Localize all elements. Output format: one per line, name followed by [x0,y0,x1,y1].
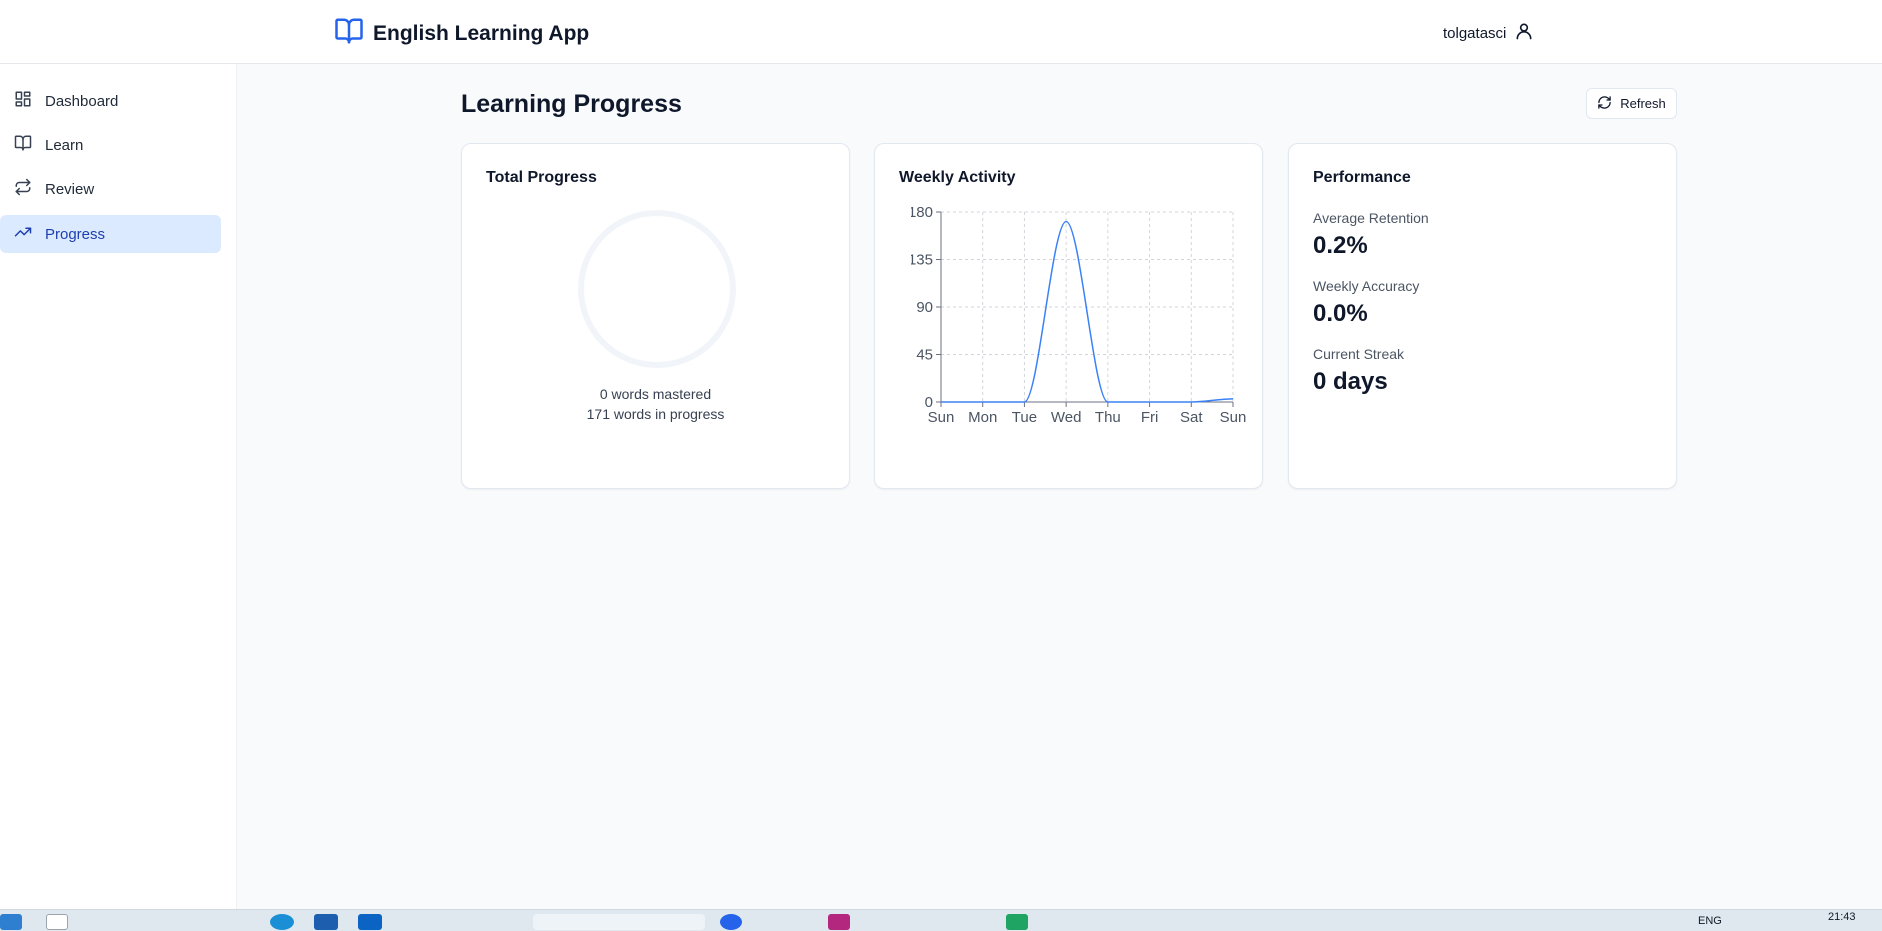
file-explorer-icon[interactable] [46,914,68,930]
input-language[interactable]: ENG [1698,915,1722,927]
sidebar-item-dashboard[interactable]: Dashboard [0,82,221,120]
y-tick-label: 90 [916,299,933,316]
brand[interactable]: English Learning App [333,16,589,51]
notification-app-icon[interactable] [720,914,742,930]
edge-icon[interactable] [270,914,294,930]
series-line [940,220,1234,403]
sidebar-item-label: Dashboard [45,92,119,110]
sidebar-item-label: Progress [45,225,106,243]
page-title: Learning Progress [461,90,682,118]
y-tick-label: 45 [916,347,933,364]
y-tick-label: 135 [911,252,933,269]
average-retention-label: Average Retention [1313,210,1429,226]
sidebar-item-progress[interactable]: Progress [0,215,221,253]
x-tick-label: Sun [928,409,955,426]
progress-ring [578,210,736,368]
username: tolgatasci [1443,24,1507,42]
app-header: English Learning App tolgatasci [0,0,1882,64]
refresh-button[interactable]: Refresh [1586,88,1677,119]
outlook-icon[interactable] [358,914,382,930]
card-title: Performance [1313,169,1411,186]
start-icon[interactable] [0,914,22,930]
user-menu[interactable]: tolgatasci [1443,20,1534,46]
book-icon [14,134,32,156]
user-icon [1514,20,1534,46]
weekly-accuracy-label: Weekly Accuracy [1313,278,1420,294]
sidebar-item-label: Learn [45,136,84,154]
x-tick-label: Wed [1051,409,1082,426]
weekly-activity-card: Weekly Activity 0 45 90 135 180 Sun Mon Tue Wed T… [874,143,1263,489]
current-streak-label: Current Streak [1313,346,1405,362]
progress-ring-track [578,210,736,368]
sidebar-item-review[interactable]: Review [0,170,221,208]
refresh-label: Refresh [1620,96,1666,111]
current-streak-value: 0 days [1313,368,1388,395]
os-taskbar: ENG 21:43 [0,909,1882,931]
system-clock[interactable]: 21:43 [1828,911,1856,923]
x-tick-label: Mon [968,409,997,426]
trending-up-icon [14,223,32,245]
ide-icon-2[interactable] [1006,914,1028,930]
card-title: Weekly Activity [899,169,1016,186]
weekly-activity-chart: 04590135180Sun Mon Tue Wed Thu Fri Sat Sun [911,204,1247,426]
x-tick-label: Sun [1220,409,1247,426]
active-window-button[interactable] [533,914,705,930]
average-retention-value: 0.2% [1313,232,1368,259]
card-title: Total Progress [486,169,597,186]
app-title: English Learning App [373,21,590,45]
refresh-icon [1597,95,1612,113]
words-mastered: 0 words mastered [599,386,712,402]
x-tick-label: Fri [1141,409,1159,426]
store-icon[interactable] [314,914,338,930]
sidebar-item-label: Review [45,180,95,198]
x-tick-label: Tue [1012,409,1037,426]
weekly-accuracy-value: 0.0% [1313,300,1368,327]
grid-icon [14,90,32,112]
x-tick-label: Thu [1095,409,1121,426]
book-logo-icon [333,16,365,51]
x-tick-label: Sat [1180,409,1203,426]
repeat-icon [14,178,32,200]
y-tick-label: 180 [911,204,933,221]
performance-card: Performance Average Retention 0.2% Weekl… [1288,143,1677,489]
words-in-progress: 171 words in progress [586,406,725,422]
sidebar-item-learn[interactable]: Learn [0,126,221,164]
ide-icon[interactable] [828,914,850,930]
sidebar: Dashboard Learn Review Progress [0,64,237,909]
total-progress-card: Total Progress 0 words mastered 171 word… [461,143,850,489]
